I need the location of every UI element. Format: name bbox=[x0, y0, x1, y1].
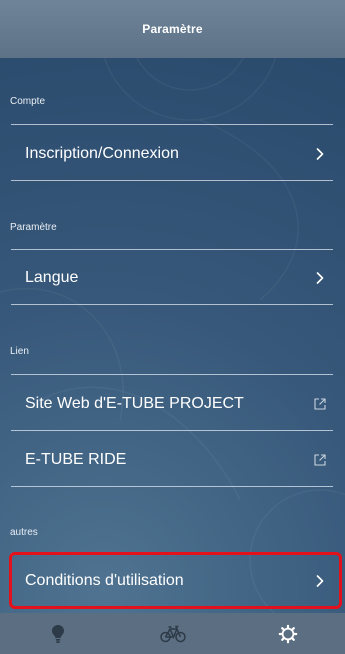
chevron-right-icon bbox=[313, 147, 327, 161]
external-link-icon bbox=[313, 453, 327, 467]
chevron-right-icon bbox=[313, 271, 327, 285]
tab-settings[interactable] bbox=[230, 613, 345, 654]
gear-icon bbox=[278, 624, 297, 643]
section-label-parametre: Paramètre bbox=[10, 222, 57, 233]
page-title: Paramètre bbox=[142, 22, 203, 36]
menu-item-inscription-connexion[interactable]: Inscription/Connexion bbox=[11, 128, 333, 180]
external-link-icon bbox=[313, 397, 327, 411]
divider bbox=[11, 249, 333, 250]
lightbulb-icon bbox=[51, 624, 64, 643]
highlight-box bbox=[9, 552, 342, 609]
divider bbox=[11, 124, 333, 125]
menu-item-label: E-TUBE RIDE bbox=[25, 451, 127, 468]
tab-tips[interactable] bbox=[0, 613, 115, 654]
divider bbox=[11, 180, 333, 181]
menu-item-langue[interactable]: Langue bbox=[11, 252, 333, 304]
divider bbox=[11, 486, 333, 487]
menu-item-label: Site Web d'E-TUBE PROJECT bbox=[25, 395, 244, 412]
menu-item-label: Inscription/Connexion bbox=[25, 145, 179, 162]
divider bbox=[11, 430, 333, 431]
divider bbox=[11, 374, 333, 375]
bicycle-icon bbox=[159, 625, 186, 642]
divider bbox=[11, 304, 333, 305]
bottom-tab-bar bbox=[0, 613, 345, 654]
menu-item-e-tube-ride[interactable]: E-TUBE RIDE bbox=[11, 434, 333, 486]
top-bar: Paramètre bbox=[0, 0, 345, 58]
menu-item-label: Langue bbox=[25, 269, 79, 286]
section-label-compte: Compte bbox=[10, 96, 46, 107]
menu-item-site-web-e-tube-project[interactable]: Site Web d'E-TUBE PROJECT bbox=[11, 378, 333, 430]
tab-bike[interactable] bbox=[115, 613, 230, 654]
section-label-lien: Lien bbox=[10, 346, 29, 357]
section-label-autres: autres bbox=[10, 527, 38, 538]
